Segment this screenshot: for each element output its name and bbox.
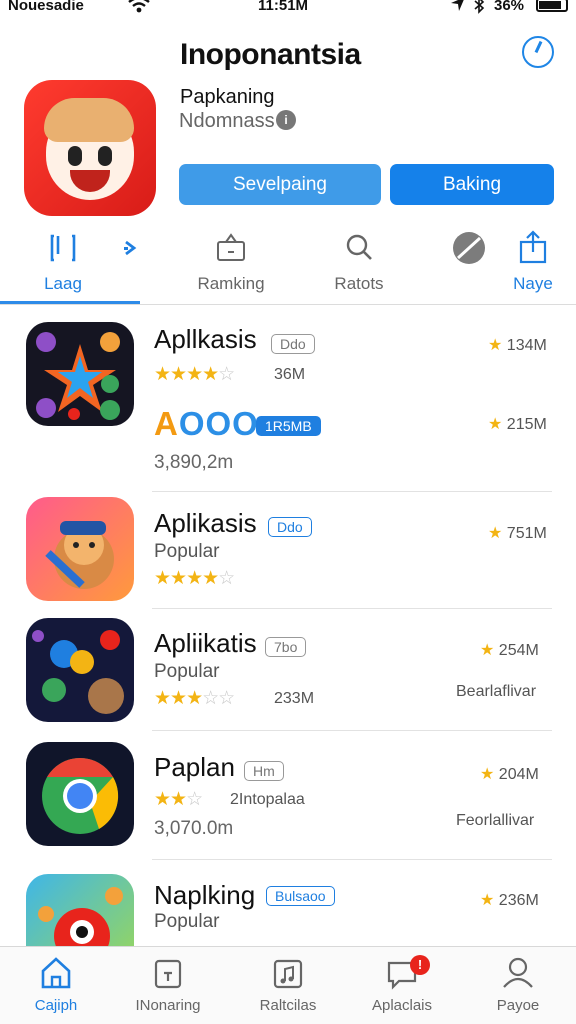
app-category: Popular [154,911,220,932]
app-tag: 7bo [265,637,307,657]
right-label: Bearlaflivar [456,683,537,700]
app-tag: Ddo [271,334,315,354]
app-tag: Bulsaoo [266,886,335,906]
app-name[interactable]: Apllkasis [154,324,257,355]
tab-label: Naye [513,274,553,293]
app-tag: Ddo [268,517,312,537]
home-icon [41,957,71,989]
app-name[interactable]: Aplikasis [154,508,257,539]
tab-ranking[interactable]: Ramking [186,230,276,294]
bluetooth-icon [474,0,485,14]
search-icon [346,234,372,260]
nav-label: Raltcilas [259,997,317,1014]
nav-chat[interactable]: ! Aplaclais [354,955,450,1014]
app-name[interactable]: Apliikatis [154,628,257,659]
info-icon[interactable]: i [276,110,296,130]
featured-app-developer[interactable]: Ndomnass [179,110,275,133]
arrow-right-icon [124,240,137,256]
right-rating: ★ 236M [480,892,539,909]
size-badge: 1R5MB [256,416,321,436]
divider [152,491,552,492]
refresh-icon[interactable] [522,36,554,68]
divider [152,730,552,731]
app-category: Popular [154,541,220,562]
app-icon-monster[interactable] [26,874,134,946]
review-count: 233M [274,690,315,707]
right-rating: ★ 751M [488,525,547,542]
app-name[interactable]: Paplan [154,752,235,783]
download-size: 3,890,2m [154,452,234,473]
review-count: 2Intopalaa [230,791,305,808]
nav-label: Payoe [496,997,540,1014]
music-icon [273,959,303,989]
bottom-nav: Cajiph INonaring Raltcilas ! Aplaclais P… [0,946,576,1024]
price-label: AOOO [154,405,259,442]
tab-label: Ratots [334,274,384,293]
featured-app-icon[interactable] [24,80,156,216]
location-arrow-icon [451,0,464,11]
wifi-icon [128,0,150,13]
share-icon [519,230,547,264]
briefcase-icon [217,233,245,261]
nav-label: INonaring [135,997,201,1014]
app-category: Popular [154,661,220,682]
primary-action-button[interactable]: Sevelpaing [179,164,381,205]
blocked-icon [453,232,485,264]
app-name[interactable]: Naplking [154,880,255,911]
tab-ratots[interactable]: Ratots [314,230,404,294]
notification-badge: ! [410,955,430,975]
divider [152,859,552,860]
page-title: Inoponantsia [180,38,361,71]
nav-profile[interactable]: Payoe [470,955,566,1014]
nav-label: Aplaclais [371,997,433,1014]
right-rating: ★ 215M [488,416,547,433]
battery-icon [536,0,568,12]
right-rating: ★ 134M [488,337,547,354]
carrier-label: Nouesadie [8,0,84,14]
tab-naye[interactable]: Naye [488,230,576,294]
rating-stars: ★★★★☆ [154,568,235,589]
right-rating: ★ 204M [480,766,539,783]
download-size: 3,070.0m [154,818,234,839]
tab-label: Laag [44,274,82,293]
nav-label: Cajiph [34,997,78,1014]
status-bar: Nouesadie 11:51M 36% [0,0,576,18]
divider [0,304,576,305]
rating-stars: ★★★☆☆ [154,688,235,709]
rating-stars: ★★★★☆ [154,364,235,385]
battery-percent: 36% [494,0,525,14]
divider [152,608,552,609]
tab-label: Ramking [197,274,265,293]
rating-stars: ★★☆ [154,789,203,810]
nav-calendar[interactable]: INonaring [120,955,216,1014]
review-count: 36M [274,366,306,383]
person-icon [503,957,533,988]
featured-app-subtitle: Papkaning [180,86,275,108]
app-icon-planets[interactable] [26,618,134,722]
nav-home[interactable]: Cajiph [8,955,104,1014]
tab-next[interactable] [88,230,178,274]
calendar-icon [154,959,182,989]
app-icon-bear[interactable] [26,497,134,601]
chrome-icon[interactable] [26,742,134,846]
right-rating: ★ 254M [480,642,539,659]
app-tag: Hm [244,761,284,781]
clock: 11:51M [258,0,309,14]
right-label: Feorlallivar [456,812,535,829]
bookmark-icon [50,234,76,262]
secondary-action-button[interactable]: Baking [390,164,554,205]
app-icon-star[interactable] [26,322,134,426]
nav-music[interactable]: Raltcilas [240,955,336,1014]
